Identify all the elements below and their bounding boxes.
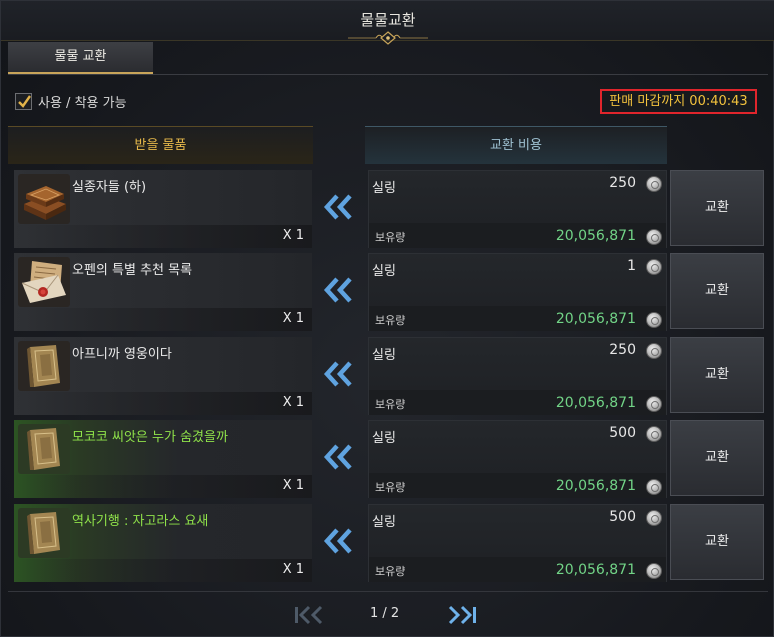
double-chevron-left-icon [323, 361, 352, 387]
cost-amount: 250 [609, 175, 636, 191]
owned-amount: 20,056,871 [555, 311, 636, 327]
item-quantity: X 1 [282, 228, 304, 243]
silling-coin-icon [646, 479, 662, 495]
cost-panel: 실링 500 보유량 20,056,871 [368, 504, 667, 582]
last-page-icon[interactable] [446, 604, 478, 626]
exchange-cost-header: 교환 비용 [365, 126, 667, 164]
cost-amount: 250 [609, 342, 636, 358]
currency-name: 실링 [372, 264, 396, 279]
silling-coin-icon [646, 259, 662, 275]
silling-coin-icon [646, 563, 662, 579]
tab-divider [8, 74, 768, 75]
owned-label: 보유량 [375, 398, 406, 411]
item-quantity: X 1 [282, 395, 304, 410]
cost-amount: 1 [627, 258, 636, 274]
item-slot[interactable]: 오펜의 특별 추천 목록 X 1 [14, 253, 312, 331]
silling-coin-icon [646, 312, 662, 328]
exchange-button[interactable]: 교환 [670, 420, 764, 496]
item-quantity: X 1 [282, 478, 304, 493]
silling-coin-icon [646, 229, 662, 245]
quantity-bar [14, 475, 312, 498]
book-icon [18, 341, 70, 391]
currency-name: 실링 [372, 431, 396, 446]
cost-panel: 실링 250 보유량 20,056,871 [368, 337, 667, 415]
cost-panel: 실링 500 보유량 20,056,871 [368, 420, 667, 498]
exchange-row: 모코코 씨앗은 누가 숨겼을까 X 1 실링 500 보유량 20,056,87… [1, 420, 774, 498]
book-icon [18, 508, 70, 558]
cost-panel: 실링 1 보유량 20,056,871 [368, 253, 667, 331]
silling-coin-icon [646, 426, 662, 442]
book-bundle-icon [18, 174, 70, 224]
receive-items-header: 받을 물품 [8, 126, 313, 164]
owned-amount: 20,056,871 [555, 395, 636, 411]
item-slot[interactable]: 아프니까 영웅이다 X 1 [14, 337, 312, 415]
tab-barter[interactable]: 물물 교환 [8, 42, 153, 74]
item-name: 실종자들 (하) [72, 180, 147, 195]
exchange-row: 오펜의 특별 추천 목록 X 1 실링 1 보유량 20,056,871 교환 [1, 253, 774, 331]
currency-name: 실링 [372, 348, 396, 363]
exchange-button[interactable]: 교환 [670, 253, 764, 329]
double-chevron-left-icon [323, 194, 352, 220]
owned-label: 보유량 [375, 231, 406, 244]
exchange-button[interactable]: 교환 [670, 504, 764, 580]
window-title: 물물교환 [360, 11, 416, 29]
cost-amount: 500 [609, 509, 636, 525]
silling-coin-icon [646, 176, 662, 192]
usable-checkbox-label: 사용 / 착용 가능 [38, 95, 127, 111]
quantity-bar [14, 559, 312, 582]
item-name: 모코코 씨앗은 누가 숨겼을까 [72, 430, 228, 445]
exchange-row: 아프니까 영웅이다 X 1 실링 250 보유량 20,056,871 교환 [1, 337, 774, 415]
item-quantity: X 1 [282, 311, 304, 326]
owned-amount: 20,056,871 [555, 228, 636, 244]
quantity-bar [14, 392, 312, 415]
usable-filter[interactable]: 사용 / 착용 가능 [15, 91, 127, 111]
exchange-button[interactable]: 교환 [670, 170, 764, 246]
item-name: 아프니까 영웅이다 [72, 347, 172, 362]
exchange-row: 실종자들 (하) X 1 실링 250 보유량 20,056,871 교환 [1, 170, 774, 248]
double-chevron-left-icon [323, 528, 352, 554]
checkmark-icon [18, 94, 31, 108]
owned-amount: 20,056,871 [555, 562, 636, 578]
currency-name: 실링 [372, 515, 396, 530]
owned-amount: 20,056,871 [555, 478, 636, 494]
exchange-row: 역사기행 : 자고라스 요새 X 1 실링 500 보유량 20,056,871… [1, 504, 774, 582]
item-quantity: X 1 [282, 562, 304, 577]
quantity-bar [14, 225, 312, 248]
owned-label: 보유량 [375, 314, 406, 327]
exchange-button[interactable]: 교환 [670, 337, 764, 413]
sale-deadline-timer: 판매 마감까지 00:40:43 [600, 89, 757, 114]
book-icon [18, 424, 70, 474]
owned-label: 보유량 [375, 565, 406, 578]
double-chevron-left-icon [323, 277, 352, 303]
item-slot[interactable]: 역사기행 : 자고라스 요새 X 1 [14, 504, 312, 582]
item-name: 오펜의 특별 추천 목록 [72, 263, 193, 278]
item-slot[interactable]: 실종자들 (하) X 1 [14, 170, 312, 248]
first-page-icon[interactable] [293, 604, 325, 626]
item-name: 역사기행 : 자고라스 요새 [72, 514, 209, 529]
footer-divider [8, 591, 768, 592]
usable-checkbox[interactable] [15, 92, 32, 110]
page-indicator: 1 / 2 [370, 606, 400, 621]
silling-coin-icon [646, 343, 662, 359]
owned-label: 보유량 [375, 481, 406, 494]
barter-window: 물물교환 물물 교환 사용 / 착용 가능 판매 마감까지 00:40:43 받… [0, 0, 774, 637]
item-slot[interactable]: 모코코 씨앗은 누가 숨겼을까 X 1 [14, 420, 312, 498]
sealed-letter-icon [18, 257, 70, 307]
title-bar[interactable]: 물물교환 [1, 1, 774, 45]
double-chevron-left-icon [323, 444, 352, 470]
silling-coin-icon [646, 396, 662, 412]
cost-panel: 실링 250 보유량 20,056,871 [368, 170, 667, 248]
currency-name: 실링 [372, 181, 396, 196]
title-ornament-icon [348, 31, 428, 45]
silling-coin-icon [646, 510, 662, 526]
cost-amount: 500 [609, 425, 636, 441]
quantity-bar [14, 308, 312, 331]
